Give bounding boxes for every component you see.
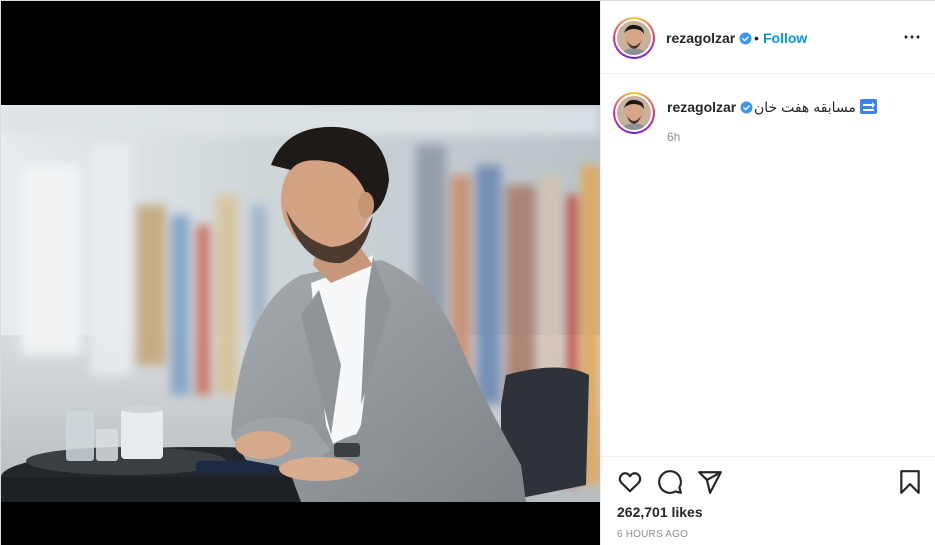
header-separator: •	[754, 30, 759, 46]
comment-icon[interactable]	[657, 469, 683, 495]
soon-arrow-emoji	[859, 99, 877, 114]
verified-badge-icon	[740, 101, 753, 114]
caption-author-avatar[interactable]	[613, 92, 655, 134]
post-media	[1, 1, 600, 545]
post-actions: 262,701 likes 6 HOURS AGO	[601, 456, 935, 545]
photo-illustration	[1, 105, 600, 502]
caption-username[interactable]: rezagolzar	[667, 99, 753, 115]
caption-text: مسابقه هفت خان	[754, 99, 877, 116]
author-avatar[interactable]	[613, 17, 655, 59]
caption-message: مسابقه هفت خان	[754, 99, 856, 115]
post-modal: rezagolzar • Follow rezagolzar مسابقه هف…	[0, 0, 935, 545]
more-options-icon[interactable]	[903, 28, 921, 46]
author-username[interactable]: rezagolzar	[666, 30, 752, 46]
post-side-panel: rezagolzar • Follow rezagolzar مسابقه هف…	[600, 1, 935, 545]
post-header: rezagolzar • Follow	[601, 1, 935, 74]
likes-count[interactable]: 262,701 likes	[617, 504, 703, 520]
follow-button[interactable]: Follow	[763, 30, 807, 46]
bookmark-icon[interactable]	[897, 469, 923, 495]
paper-plane-icon[interactable]	[697, 469, 723, 495]
caption-username-text[interactable]: rezagolzar	[667, 99, 736, 115]
post-timestamp[interactable]: 6 HOURS AGO	[617, 529, 688, 540]
author-username-text[interactable]: rezagolzar	[666, 30, 735, 46]
post-photo[interactable]	[1, 105, 600, 502]
caption-timestamp[interactable]: 6h	[667, 130, 680, 144]
verified-badge-icon	[739, 32, 752, 45]
heart-icon[interactable]	[617, 469, 643, 495]
